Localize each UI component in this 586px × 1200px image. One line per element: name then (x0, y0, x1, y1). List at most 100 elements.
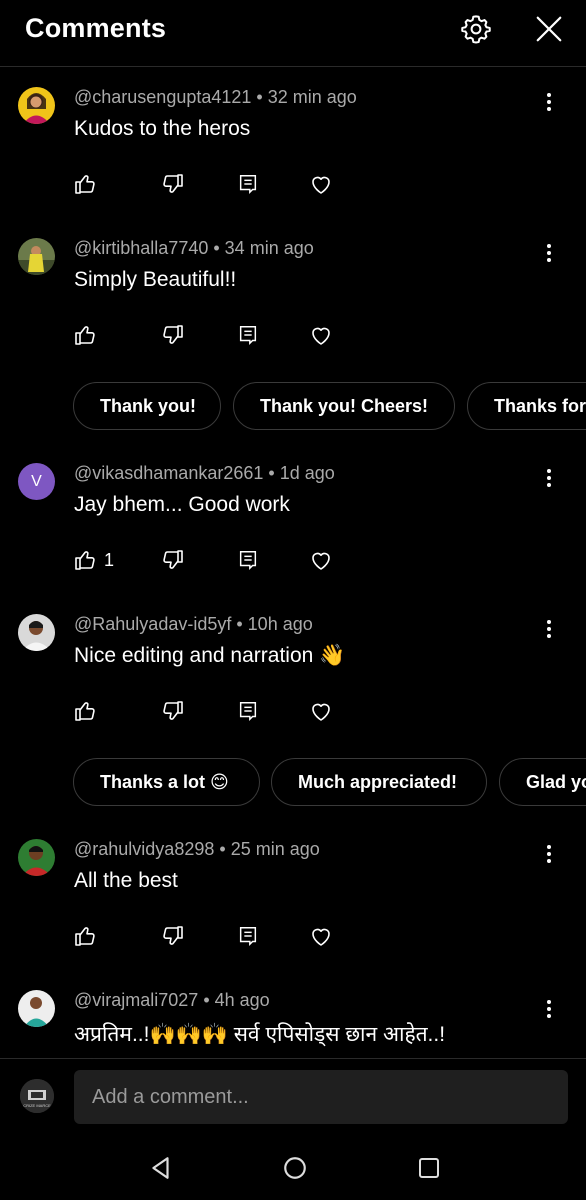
dislike-button[interactable] (160, 169, 184, 199)
heart-icon (309, 172, 333, 196)
thumbs-up-icon (74, 323, 98, 347)
reply-chip[interactable]: Thank you! (73, 382, 221, 430)
more-vert-icon (546, 92, 552, 112)
comment-author[interactable]: @charusengupta4121 (74, 87, 251, 107)
thumbs-down-icon (160, 699, 184, 723)
reply-chip[interactable]: Glad yo (499, 758, 586, 806)
thumbs-up-icon (74, 699, 98, 723)
comment-more-button[interactable] (536, 841, 562, 867)
avatar[interactable] (18, 990, 55, 1027)
comment-more-button[interactable] (536, 240, 562, 266)
more-vert-icon (546, 468, 552, 488)
avatar-label: CRIZE MARCE (23, 1103, 51, 1108)
system-nav-bar (0, 1134, 586, 1200)
reply-comment-icon (237, 324, 259, 346)
comment-meta: @Rahulyadav-id5yf • 10h ago (74, 614, 313, 634)
reply-comment-icon (237, 173, 259, 195)
more-vert-icon (546, 619, 552, 639)
comment-actions (74, 696, 374, 726)
comment-more-button[interactable] (536, 89, 562, 115)
comments-header: Comments (0, 0, 586, 67)
reply-comment-icon (237, 700, 259, 722)
reply-comment-icon (237, 549, 259, 571)
comment-meta: @charusengupta4121 • 32 min ago (74, 87, 357, 107)
comment-author[interactable]: @virajmali7027 (74, 990, 198, 1010)
reply-button[interactable] (237, 921, 259, 951)
heart-button[interactable] (309, 320, 333, 350)
comment-more-button[interactable] (536, 996, 562, 1022)
comments-list[interactable]: @charusengupta4121 • 32 min ago Kudos to… (0, 67, 586, 1057)
comment-composer: CRIZE MARCE (0, 1058, 586, 1135)
dislike-button[interactable] (160, 545, 184, 575)
heart-icon (309, 924, 333, 948)
back-triangle-icon (148, 1155, 174, 1181)
like-button[interactable] (74, 169, 104, 199)
like-button[interactable] (74, 320, 104, 350)
comment-time: 34 min ago (224, 238, 314, 258)
heart-button[interactable] (309, 169, 333, 199)
more-vert-icon (546, 844, 552, 864)
comment-text: Jay bhem... Good work (74, 493, 290, 516)
comment-actions (74, 320, 374, 350)
dislike-button[interactable] (160, 320, 184, 350)
thumbs-up-icon (74, 172, 98, 196)
heart-button[interactable] (309, 545, 333, 575)
comment-actions (74, 921, 374, 951)
comment-more-button[interactable] (536, 465, 562, 491)
comment-item: @kirtibhalla7740 • 34 min ago Simply Bea… (0, 238, 586, 368)
reply-button[interactable] (237, 696, 259, 726)
reply-comment-icon (237, 925, 259, 947)
comment-author[interactable]: @kirtibhalla7740 (74, 238, 208, 258)
suggested-replies: Thank you! Thank you! Cheers! Thanks for (0, 382, 586, 434)
settings-button[interactable] (459, 12, 493, 46)
avatar[interactable] (18, 238, 55, 275)
comment-item: @virajmali7027 • 4h ago अप्रतिम..!🙌🙌🙌 सर… (0, 990, 586, 1057)
comment-text: Nice editing and narration 👋 (74, 644, 346, 667)
comment-text: All the best (74, 869, 178, 892)
thumbs-up-icon (74, 924, 98, 948)
dislike-button[interactable] (160, 921, 184, 951)
heart-button[interactable] (309, 696, 333, 726)
reply-chip[interactable]: Much appreciated! (271, 758, 487, 806)
reply-chip[interactable]: Thank you! Cheers! (233, 382, 455, 430)
avatar[interactable] (18, 87, 55, 124)
comment-author[interactable]: @vikasdhamankar2661 (74, 463, 263, 483)
comment-text: अप्रतिम..!🙌🙌🙌 सर्व एपिसोड्स छान आहेत..! (74, 1023, 446, 1046)
reply-chip[interactable]: Thanks a lot 😊 (73, 758, 260, 806)
suggested-replies: Thanks a lot 😊 Much appreciated! Glad yo (0, 758, 586, 810)
like-button[interactable]: 1 (74, 545, 114, 575)
reply-button[interactable] (237, 169, 259, 199)
comment-meta: @vikasdhamankar2661 • 1d ago (74, 463, 335, 483)
recents-square-icon (417, 1156, 441, 1180)
comment-more-button[interactable] (536, 616, 562, 642)
avatar[interactable] (18, 614, 55, 651)
gear-icon (460, 13, 492, 45)
comment-time: 25 min ago (230, 839, 320, 859)
dislike-button[interactable] (160, 696, 184, 726)
avatar[interactable]: V (18, 463, 55, 500)
back-button[interactable] (143, 1150, 179, 1186)
comment-actions: 1 (74, 545, 374, 575)
reply-button[interactable] (237, 545, 259, 575)
like-button[interactable] (74, 921, 104, 951)
home-button[interactable] (277, 1150, 313, 1186)
heart-button[interactable] (309, 921, 333, 951)
comment-meta: @virajmali7027 • 4h ago (74, 990, 270, 1010)
comment-author[interactable]: @rahulvidya8298 (74, 839, 214, 859)
avatar[interactable] (18, 839, 55, 876)
thumbs-down-icon (160, 548, 184, 572)
thumbs-down-icon (160, 924, 184, 948)
comment-meta: @kirtibhalla7740 • 34 min ago (74, 238, 314, 258)
comment-author[interactable]: @Rahulyadav-id5yf (74, 614, 231, 634)
reply-button[interactable] (237, 320, 259, 350)
comment-time: 1d ago (279, 463, 335, 483)
more-vert-icon (546, 243, 552, 263)
like-button[interactable] (74, 696, 104, 726)
comment-item: @charusengupta4121 • 32 min ago Kudos to… (0, 87, 586, 217)
comment-input[interactable] (74, 1070, 568, 1124)
close-button[interactable] (532, 12, 566, 46)
recents-button[interactable] (411, 1150, 447, 1186)
user-avatar[interactable]: CRIZE MARCE (20, 1079, 54, 1113)
heart-icon (309, 699, 333, 723)
reply-chip[interactable]: Thanks for (467, 382, 586, 430)
